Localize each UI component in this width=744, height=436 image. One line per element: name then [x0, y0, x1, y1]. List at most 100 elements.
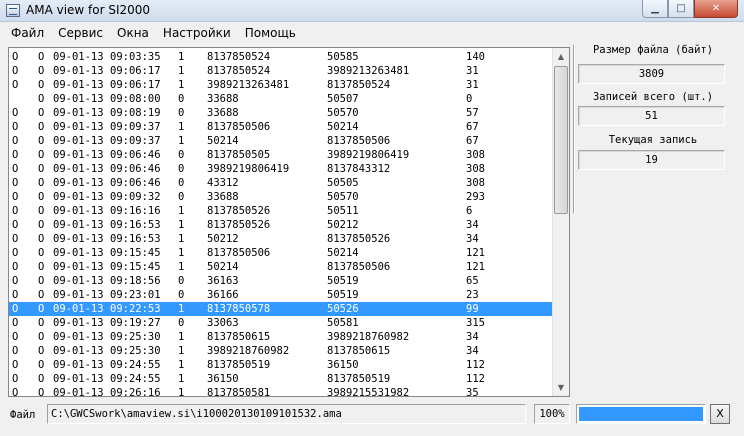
- menu-settings[interactable]: Настройки: [156, 24, 238, 44]
- menu-help[interactable]: Помощь: [238, 24, 303, 44]
- cell-called-number: 3989219806419: [327, 149, 410, 161]
- cell-type-flag: O: [38, 79, 45, 91]
- cell-called-number: 50581: [327, 317, 359, 329]
- record-row[interactable]: O O 09-01-13 09:03:35 1 8137850524 50585 140: [9, 50, 554, 64]
- cell-date: 09-01-13: [53, 135, 104, 147]
- record-row[interactable]: O O 09-01-13 09:15:45 1 8137850506 50214 121: [9, 246, 554, 260]
- cell-date: 09-01-13: [53, 261, 104, 273]
- cell-type-flag: O: [38, 275, 45, 287]
- maximize-button[interactable]: □: [668, 0, 694, 18]
- record-row[interactable]: O O 09-01-13 09:24:55 1 36150 8137850519 112: [9, 372, 554, 386]
- cell-caller-number: 43312: [207, 177, 239, 189]
- record-row[interactable]: O O 09-01-13 09:16:53 1 8137850526 50212 34: [9, 218, 554, 232]
- menu-windows[interactable]: Окна: [110, 24, 156, 44]
- cell-type-flag: O: [38, 121, 45, 133]
- cell-direction: 0: [178, 107, 185, 119]
- record-row[interactable]: O O 09-01-13 09:09:37 1 50214 8137850506 67: [9, 134, 554, 148]
- cell-called-number: 50570: [327, 107, 359, 119]
- cell-caller-number: 8137850526: [207, 205, 271, 217]
- record-row[interactable]: O O 09-01-13 09:06:46 0 43312 50505 308: [9, 176, 554, 190]
- cell-type-flag: O: [38, 149, 45, 161]
- cell-date: 09-01-13: [53, 345, 104, 357]
- record-row[interactable]: O 09-01-13 09:08:00 0 33688 50507 0: [9, 92, 554, 106]
- cell-status-flag: O: [12, 261, 19, 273]
- cell-direction: 1: [178, 121, 185, 133]
- record-row[interactable]: O O 09-01-13 09:24:55 1 8137850519 36150 112: [9, 358, 554, 372]
- cell-type-flag: O: [38, 247, 45, 259]
- cell-status-flag: O: [12, 303, 19, 315]
- cell-caller-number: 33688: [207, 107, 239, 119]
- cell-direction: 1: [178, 359, 185, 371]
- cell-type-flag: O: [38, 205, 45, 217]
- records-rows: O O 09-01-13 09:03:35 1 8137850524 50585 140 O O 0…: [9, 50, 554, 397]
- title-bar: AMA view for SI2000 ▁ □ ✕: [0, 0, 744, 22]
- cell-date: 09-01-13: [53, 51, 104, 63]
- cell-time: 09:06:46: [110, 177, 161, 189]
- cell-called-number: 8137850526: [327, 233, 391, 245]
- record-row[interactable]: O O 09-01-13 09:22:53 1 8137850578 50526 99: [9, 302, 554, 316]
- cell-caller-number: 8137850506: [207, 121, 271, 133]
- record-row[interactable]: O O 09-01-13 09:09:37 1 8137850506 50214 67: [9, 120, 554, 134]
- cell-status-flag: O: [12, 373, 19, 385]
- record-row[interactable]: O O 09-01-13 09:06:17 1 8137850524 39892132634…: [9, 64, 554, 78]
- menu-service[interactable]: Сервис: [51, 24, 110, 44]
- cell-duration: 34: [466, 331, 479, 343]
- record-row[interactable]: O O 09-01-13 09:08:19 0 33688 50570 57: [9, 106, 554, 120]
- cell-caller-number: 3989213263481: [207, 79, 290, 91]
- cell-date: 09-01-13: [53, 65, 104, 77]
- record-row[interactable]: O O 09-01-13 09:15:45 1 50214 8137850506 121: [9, 260, 554, 274]
- cell-direction: 1: [178, 261, 185, 273]
- record-row[interactable]: O O 09-01-13 09:23:01 0 36166 50519 23: [9, 288, 554, 302]
- cell-direction: 0: [178, 317, 185, 329]
- cancel-button[interactable]: X: [710, 404, 730, 424]
- scroll-thumb[interactable]: [554, 66, 568, 214]
- cell-direction: 0: [178, 191, 185, 203]
- total-records-label: Записей всего (шт.): [592, 91, 714, 103]
- menu-file[interactable]: Файл: [4, 24, 51, 44]
- scroll-down-button[interactable]: ▼: [553, 379, 569, 396]
- cell-direction: 1: [178, 79, 185, 91]
- scroll-up-button[interactable]: ▲: [553, 48, 569, 65]
- record-row[interactable]: O O 09-01-13 09:18:56 0 36163 50519 65: [9, 274, 554, 288]
- cell-status-flag: O: [12, 107, 19, 119]
- record-row[interactable]: O O 09-01-13 09:25:30 1 3989218760982 81378506…: [9, 344, 554, 358]
- cell-time: 09:25:30: [110, 345, 161, 357]
- cell-called-number: 8137843312: [327, 163, 391, 175]
- record-row[interactable]: O O 09-01-13 09:25:30 1 8137850615 39892187609…: [9, 330, 554, 344]
- cell-called-number: 36150: [327, 359, 359, 371]
- record-row[interactable]: O O 09-01-13 09:26:16 1 8137850581 39892155319…: [9, 386, 554, 397]
- minimize-button[interactable]: ▁: [642, 0, 668, 18]
- record-row[interactable]: O O 09-01-13 09:06:46 0 8137850505 39892198064…: [9, 148, 554, 162]
- records-list[interactable]: O O 09-01-13 09:03:35 1 8137850524 50585 140 O O 0…: [8, 47, 570, 397]
- close-window-button[interactable]: ✕: [694, 0, 738, 18]
- record-row[interactable]: O O 09-01-13 09:06:46 0 3989219806419 81378433…: [9, 162, 554, 176]
- progress-percent: 100%: [534, 404, 570, 424]
- cell-caller-number: 36166: [207, 289, 239, 301]
- cell-time: 09:06:17: [110, 79, 161, 91]
- cell-direction: 0: [178, 177, 185, 189]
- cell-status-flag: O: [12, 387, 19, 397]
- record-row[interactable]: O O 09-01-13 09:09:32 0 33688 50570 293: [9, 190, 554, 204]
- cell-status-flag: O: [12, 331, 19, 343]
- cell-type-flag: O: [38, 51, 45, 63]
- current-record-label: Текущая запись: [608, 134, 698, 146]
- record-row[interactable]: O O 09-01-13 09:19:27 0 33063 50581 315: [9, 316, 554, 330]
- record-row[interactable]: O O 09-01-13 09:06:17 1 3989213263481 81378505…: [9, 78, 554, 92]
- cell-time: 09:16:53: [110, 219, 161, 231]
- cell-duration: 121: [466, 247, 485, 259]
- file-label: Файл: [10, 409, 36, 421]
- cell-called-number: 50507: [327, 93, 359, 105]
- cell-date: 09-01-13: [53, 317, 104, 329]
- progress-fill: [579, 407, 703, 421]
- cell-direction: 0: [178, 93, 185, 105]
- cell-status-flag: O: [12, 275, 19, 287]
- cell-date: 09-01-13: [53, 303, 104, 315]
- cell-type-flag: O: [38, 331, 45, 343]
- cell-type-flag: O: [38, 373, 45, 385]
- cell-called-number: 50519: [327, 275, 359, 287]
- vertical-scrollbar[interactable]: ▲ ▼: [552, 48, 569, 396]
- record-row[interactable]: O O 09-01-13 09:16:16 1 8137850526 50511 6: [9, 204, 554, 218]
- cell-duration: 31: [466, 65, 479, 77]
- record-row[interactable]: O O 09-01-13 09:16:53 1 50212 8137850526 34: [9, 232, 554, 246]
- cell-direction: 0: [178, 149, 185, 161]
